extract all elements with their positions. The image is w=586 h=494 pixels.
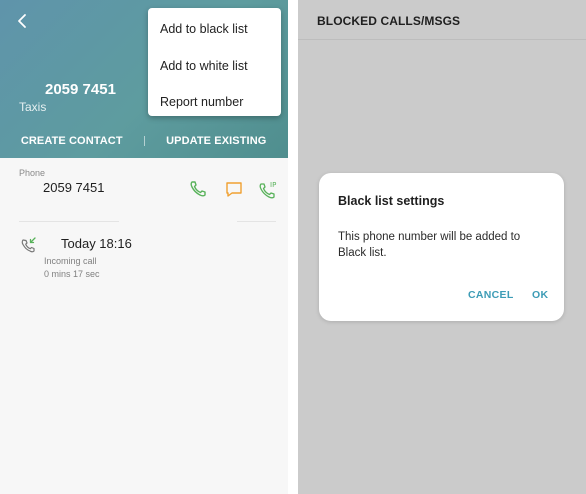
black-list-dialog: Black list settings This phone number wi… <box>319 173 564 321</box>
update-existing-button[interactable]: UPDATE EXISTING <box>145 135 289 147</box>
message-icon[interactable] <box>223 178 245 200</box>
cancel-button[interactable]: CANCEL <box>468 289 514 301</box>
call-log-type: Incoming call <box>44 256 97 266</box>
menu-item-report-number[interactable]: Report number <box>148 84 281 121</box>
back-arrow-icon[interactable] <box>12 10 34 32</box>
incoming-call-icon <box>20 236 38 254</box>
create-contact-button[interactable]: CREATE CONTACT <box>0 135 144 147</box>
menu-item-add-to-black-list[interactable]: Add to black list <box>148 11 281 48</box>
row-divider <box>19 221 119 222</box>
phone-call-icon[interactable] <box>187 178 209 200</box>
phone-section-label: Phone <box>19 168 46 178</box>
contact-number: 2059 7451 <box>45 81 116 98</box>
call-log-date: Today 18:16 <box>61 236 132 251</box>
dialog-message: This phone number will be added to Black… <box>338 231 521 259</box>
page-title: BLOCKED CALLS/MSGS <box>317 14 461 28</box>
overflow-menu: Add to black list Add to white list Repo… <box>148 8 281 116</box>
contact-label: Taxis <box>19 100 47 114</box>
menu-item-add-to-white-list[interactable]: Add to white list <box>148 48 281 85</box>
blocked-calls-screen: BLOCKED CALLS/MSGS Black list settings T… <box>298 0 586 494</box>
title-divider <box>298 39 586 40</box>
dialog-title: Black list settings <box>338 194 445 208</box>
contact-action-bar: CREATE CONTACT UPDATE EXISTING <box>0 128 288 154</box>
contact-detail-screen: 2059 7451 Taxis CREATE CONTACT UPDATE EX… <box>0 0 288 494</box>
svg-text:IP: IP <box>270 181 276 189</box>
row-divider <box>237 221 276 222</box>
phone-number[interactable]: 2059 7451 <box>43 180 104 195</box>
ip-call-icon[interactable]: IP <box>258 178 280 200</box>
ok-button[interactable]: OK <box>532 289 548 301</box>
call-log-duration: 0 mins 17 sec <box>44 269 100 279</box>
